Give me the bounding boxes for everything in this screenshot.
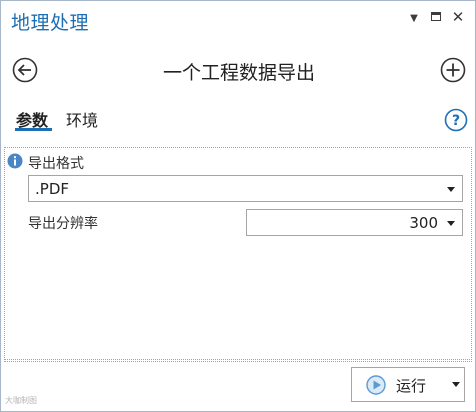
- close-icon[interactable]: ✕: [450, 9, 466, 25]
- add-icon[interactable]: [440, 57, 466, 83]
- tab-environments[interactable]: 环境: [66, 107, 98, 131]
- export-format-select[interactable]: .PDF: [28, 175, 463, 202]
- resolution-value: 300: [409, 214, 438, 232]
- footer-divider: [4, 361, 472, 362]
- watermark: 大咖制图: [5, 396, 37, 405]
- run-icon: [366, 375, 386, 395]
- geoprocessing-pane: 地理处理 ▼ ✕ 一个工程数据导出 参数 环境 ? 导出格式 .PDF 导出分辨…: [0, 0, 476, 412]
- dropdown-arrow-icon[interactable]: [447, 187, 455, 192]
- resolution-label: 导出分辨率: [28, 216, 98, 232]
- title-bar: 地理处理 ▼ ✕: [1, 1, 475, 37]
- active-tab-indicator: [15, 128, 52, 131]
- help-icon[interactable]: ?: [444, 108, 468, 132]
- export-format-value: .PDF: [35, 180, 69, 198]
- run-button[interactable]: 运行: [351, 367, 465, 402]
- svg-text:?: ?: [452, 113, 460, 129]
- maximize-icon[interactable]: [428, 9, 444, 25]
- menu-chevron-icon[interactable]: ▼: [406, 11, 422, 27]
- dropdown-arrow-icon[interactable]: [447, 221, 455, 226]
- run-label: 运行: [396, 377, 427, 395]
- resolution-select[interactable]: 300: [246, 209, 463, 236]
- tool-title: 一个工程数据导出: [162, 62, 315, 84]
- run-options-arrow-icon[interactable]: [452, 382, 460, 387]
- export-format-label: 导出格式: [28, 156, 84, 172]
- info-icon[interactable]: [7, 153, 23, 169]
- pane-title: 地理处理: [11, 12, 90, 34]
